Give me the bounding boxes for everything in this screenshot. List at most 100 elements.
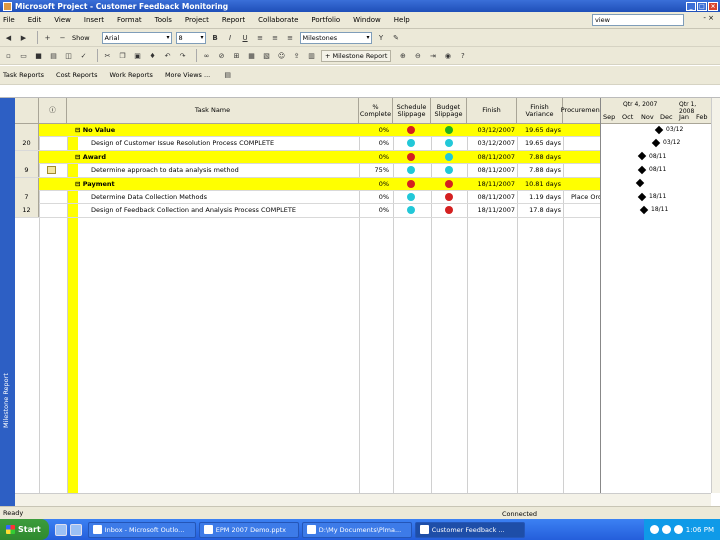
taskbar-outlook[interactable]: Inbox - Microsoft Outlo... bbox=[87, 521, 196, 538]
report-icon[interactable]: ▤ bbox=[222, 70, 233, 81]
help-search-input[interactable]: view bbox=[592, 14, 684, 26]
ie-icon[interactable] bbox=[54, 523, 67, 536]
task-name-cell[interactable]: ⊟ Payment bbox=[75, 178, 357, 191]
procurement-cell[interactable]: Place Order bbox=[571, 191, 600, 204]
milestone-marker[interactable]: 03/12 bbox=[654, 125, 683, 134]
percent-complete-cell[interactable]: 0% bbox=[359, 137, 389, 150]
schedule-slippage-column-header[interactable]: Schedule Slippage bbox=[393, 98, 431, 124]
indicator-cell[interactable] bbox=[39, 164, 67, 177]
taskbar-powerpoint[interactable]: EPM 2007 Demo.pptx bbox=[198, 521, 299, 538]
finish-cell[interactable]: 03/12/2007 bbox=[469, 137, 515, 150]
add-icon[interactable]: + bbox=[42, 32, 53, 43]
horizontal-scrollbar[interactable] bbox=[15, 493, 711, 506]
indicators-column-header[interactable]: ⓘ bbox=[39, 98, 67, 124]
schedule-slippage-indicator-cell[interactable] bbox=[393, 204, 429, 217]
procurement-cell[interactable] bbox=[571, 178, 600, 191]
start-button[interactable]: Start bbox=[0, 519, 49, 540]
schedule-slippage-indicator-cell[interactable] bbox=[393, 191, 429, 204]
publish-icon[interactable]: ⇪ bbox=[291, 50, 302, 61]
task-name-cell[interactable]: Design of Customer Issue Resolution Proc… bbox=[91, 137, 357, 150]
task-reports-menu[interactable]: Task Reports bbox=[3, 71, 44, 79]
row-id[interactable]: 7 bbox=[15, 191, 39, 204]
menu-portfolio[interactable]: Portfolio bbox=[311, 16, 340, 24]
back-arrow-icon[interactable]: ◀ bbox=[3, 32, 14, 43]
budget-slippage-indicator-cell[interactable] bbox=[431, 124, 467, 137]
indicator-cell[interactable] bbox=[39, 178, 67, 191]
row-id[interactable]: 20 bbox=[15, 137, 39, 151]
autofilter-icon[interactable]: Y bbox=[376, 32, 387, 43]
budget-slippage-indicator-cell[interactable] bbox=[431, 204, 467, 217]
more-views-menu[interactable]: More Views ... bbox=[165, 71, 210, 79]
underline-icon[interactable]: U bbox=[240, 32, 251, 43]
tray-icon[interactable] bbox=[661, 525, 671, 534]
milestone-marker[interactable]: 18/11 bbox=[637, 192, 666, 201]
spelling-icon[interactable]: ✓ bbox=[78, 50, 89, 61]
finish-variance-cell[interactable]: 7.88 days bbox=[517, 151, 561, 164]
font-name-select[interactable]: Arial bbox=[101, 31, 172, 44]
indicator-cell[interactable] bbox=[39, 191, 67, 204]
procurement-cell[interactable] bbox=[571, 164, 600, 177]
schedule-slippage-indicator-cell[interactable] bbox=[393, 164, 429, 177]
percent-complete-cell[interactable]: 0% bbox=[359, 191, 389, 204]
menu-help[interactable]: Help bbox=[394, 16, 410, 24]
notes-icon[interactable]: ▧ bbox=[261, 50, 272, 61]
task-row[interactable]: 9 Determine approach to data analysis met… bbox=[15, 164, 600, 178]
finish-cell[interactable]: 08/11/2007 bbox=[469, 151, 515, 164]
menu-insert[interactable]: Insert bbox=[84, 16, 104, 24]
finish-variance-cell[interactable]: 10.81 days bbox=[517, 178, 561, 191]
close-button[interactable]: × bbox=[708, 1, 718, 11]
id-column-header[interactable] bbox=[15, 98, 39, 124]
note-icon[interactable] bbox=[47, 166, 56, 175]
milestone-report-button[interactable]: + Milestone Report bbox=[321, 49, 392, 62]
undo-icon[interactable]: ↶ bbox=[162, 50, 173, 61]
task-name-column-header[interactable]: Task Name bbox=[67, 98, 359, 124]
schedule-slippage-indicator-cell[interactable] bbox=[393, 151, 429, 164]
budget-slippage-indicator-cell[interactable] bbox=[431, 151, 467, 164]
menu-view[interactable]: View bbox=[54, 16, 71, 24]
paste-icon[interactable]: ▣ bbox=[132, 50, 143, 61]
budget-slippage-indicator-cell[interactable] bbox=[431, 178, 467, 191]
procurement-cell[interactable] bbox=[571, 137, 600, 150]
task-name-cell[interactable]: Determine approach to data analysis meth… bbox=[91, 164, 357, 177]
open-folder-icon[interactable]: ▭ bbox=[18, 50, 29, 61]
entry-field[interactable] bbox=[110, 86, 720, 96]
row-id[interactable]: 12 bbox=[15, 204, 39, 218]
cut-icon[interactable]: ✂ bbox=[102, 50, 113, 61]
task-name-cell[interactable]: Determine Data Collection Methods bbox=[91, 191, 357, 204]
summary-row[interactable]: ⊟ No Value 0% 03/12/2007 19.65 days bbox=[15, 124, 600, 138]
schedule-slippage-indicator-cell[interactable] bbox=[393, 178, 429, 191]
minimize-button[interactable]: _ bbox=[686, 1, 696, 11]
schedule-slippage-indicator-cell[interactable] bbox=[393, 124, 429, 137]
milestone-marker[interactable]: 08/11 bbox=[637, 165, 666, 174]
percent-complete-column-header[interactable]: % Complete bbox=[359, 98, 393, 124]
indicator-cell[interactable] bbox=[39, 151, 67, 164]
taskbar-project[interactable]: Customer Feedback ... bbox=[414, 521, 525, 538]
print-preview-icon[interactable]: ◫ bbox=[63, 50, 74, 61]
summary-row[interactable]: ⊟ Award 0% 08/11/2007 7.88 days bbox=[15, 150, 600, 165]
unlink-icon[interactable]: ⊘ bbox=[216, 50, 227, 61]
scroll-to-task-icon[interactable]: ⇥ bbox=[427, 50, 438, 61]
task-name-cell[interactable]: ⊟ No Value bbox=[75, 124, 357, 137]
filter-select[interactable]: Milestones bbox=[299, 31, 372, 44]
menu-tools[interactable]: Tools bbox=[155, 16, 172, 24]
finish-variance-column-header[interactable]: Finish Variance bbox=[517, 98, 563, 124]
desktop-icon[interactable] bbox=[69, 523, 82, 536]
finish-cell[interactable]: 18/11/2007 bbox=[469, 204, 515, 217]
budget-slippage-column-header[interactable]: Budget Slippage bbox=[431, 98, 467, 124]
milestone-marker[interactable]: 18/11 bbox=[639, 205, 668, 215]
finish-column-header[interactable]: Finish bbox=[467, 98, 517, 124]
tray-icon[interactable] bbox=[673, 525, 683, 534]
indicator-cell[interactable] bbox=[39, 204, 67, 217]
budget-slippage-indicator-cell[interactable] bbox=[431, 191, 467, 204]
menu-file[interactable]: File bbox=[3, 16, 15, 24]
bold-icon[interactable]: B bbox=[210, 32, 221, 43]
italic-icon[interactable]: I bbox=[225, 32, 236, 43]
tray-icon[interactable] bbox=[649, 525, 659, 534]
percent-complete-cell[interactable]: 0% bbox=[359, 124, 389, 137]
maximize-button[interactable]: □ bbox=[697, 1, 707, 11]
link-icon[interactable]: ∞ bbox=[201, 50, 212, 61]
zoom-out-icon[interactable]: ⊖ bbox=[412, 50, 423, 61]
row-id[interactable] bbox=[15, 177, 39, 191]
procurement-cell[interactable] bbox=[571, 151, 600, 164]
task-row[interactable]: 20 Design of Customer Issue Resolution Pr… bbox=[15, 137, 600, 151]
